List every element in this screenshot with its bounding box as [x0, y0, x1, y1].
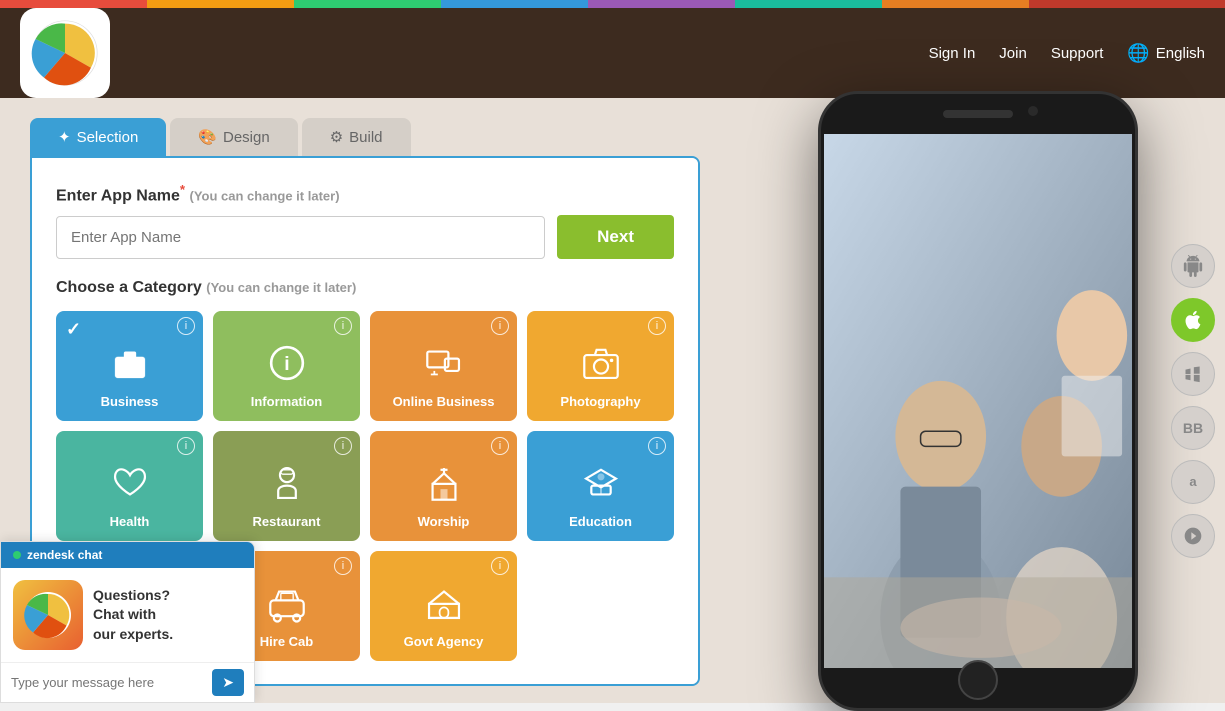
category-heading: Choose a Category (You can change it lat…	[56, 279, 674, 297]
category-photography-label: Photography	[560, 394, 640, 409]
header: Sign In Join Support 🌐 English	[0, 8, 1225, 98]
category-worship-label: Worship	[418, 514, 470, 529]
briefcase-icon	[108, 341, 152, 390]
language-label: English	[1156, 45, 1205, 62]
category-online-business[interactable]: i Online Business	[370, 311, 517, 421]
pwa-icon[interactable]	[1171, 514, 1215, 558]
phone-camera	[1028, 106, 1038, 116]
chat-body: Questions?Chat withour experts.	[1, 568, 254, 662]
amazon-os-icon[interactable]: a	[1171, 460, 1215, 504]
info-hire-cab[interactable]: i	[334, 557, 352, 575]
info-education[interactable]: i	[648, 437, 666, 455]
heart-icon	[108, 461, 152, 510]
info-restaurant[interactable]: i	[334, 437, 352, 455]
info-business[interactable]: i	[177, 317, 195, 335]
info-photography[interactable]: i	[648, 317, 666, 335]
info-worship[interactable]: i	[491, 437, 509, 455]
windows-os-icon[interactable]	[1171, 352, 1215, 396]
camera-icon	[579, 341, 623, 390]
category-worship[interactable]: i Worship	[370, 431, 517, 541]
cab-icon	[265, 581, 309, 630]
business-photo	[824, 134, 1132, 668]
selection-tab-icon: ✦	[58, 128, 71, 146]
info-information[interactable]: i	[334, 317, 352, 335]
info-circle-icon: i	[265, 341, 309, 390]
chat-widget: zendesk chat Questions?Chat withour expe…	[0, 541, 255, 703]
phone-speaker	[943, 110, 1013, 118]
logo[interactable]	[20, 8, 110, 98]
education-icon	[579, 461, 623, 510]
chat-send-button[interactable]: ➤	[212, 669, 244, 696]
chat-logo	[13, 580, 83, 650]
left-panel: ✦ Selection 🎨 Design ⚙ Build Enter App N…	[0, 98, 730, 703]
android-os-icon[interactable]	[1171, 244, 1215, 288]
right-panel: BB a	[730, 98, 1225, 703]
chef-icon	[265, 461, 309, 510]
apple-os-icon[interactable]	[1171, 298, 1215, 342]
category-health[interactable]: i Health	[56, 431, 203, 541]
phone-mockup	[818, 91, 1138, 711]
blackberry-os-icon[interactable]: BB	[1171, 406, 1215, 450]
category-govt-agency[interactable]: i Govt Agency	[370, 551, 517, 661]
chat-header: zendesk chat	[1, 542, 254, 568]
category-education-label: Education	[569, 514, 632, 529]
language-selector[interactable]: 🌐 English	[1127, 43, 1205, 64]
category-govt-agency-label: Govt Agency	[404, 634, 484, 649]
category-photography[interactable]: i Photography	[527, 311, 674, 421]
category-health-label: Health	[110, 514, 150, 529]
tab-design[interactable]: 🎨 Design	[170, 118, 297, 156]
category-business[interactable]: i Business	[56, 311, 203, 421]
design-tab-icon: 🎨	[198, 128, 217, 146]
chat-message: Questions?Chat withour experts.	[93, 586, 173, 645]
tab-selection[interactable]: ✦ Selection	[30, 118, 166, 156]
design-tab-label: Design	[223, 129, 270, 146]
build-tab-icon: ⚙	[330, 128, 343, 146]
os-selector: BB a	[1171, 244, 1215, 558]
appname-hint: (You can change it later)	[190, 188, 340, 203]
info-health[interactable]: i	[177, 437, 195, 455]
next-button[interactable]: Next	[557, 215, 674, 259]
chat-input-row: ➤	[1, 662, 254, 702]
support-link[interactable]: Support	[1051, 45, 1104, 62]
globe-icon: 🌐	[1127, 43, 1149, 64]
category-online-business-label: Online Business	[393, 394, 495, 409]
chat-input[interactable]	[11, 675, 212, 690]
chat-logo-icon	[23, 590, 73, 640]
category-education[interactable]: i Education	[527, 431, 674, 541]
category-restaurant-label: Restaurant	[253, 514, 321, 529]
logo-icon	[30, 18, 100, 88]
build-tab-label: Build	[349, 129, 382, 146]
category-restaurant[interactable]: i Restaurant	[213, 431, 360, 541]
selection-tab-label: Selection	[77, 129, 139, 146]
appname-label: Enter App Name* (You can change it later…	[56, 182, 674, 205]
category-information-label: Information	[251, 394, 323, 409]
tabs: ✦ Selection 🎨 Design ⚙ Build	[30, 118, 700, 156]
chat-online-dot	[13, 551, 21, 559]
svg-text:i: i	[284, 353, 289, 375]
top-color-bar	[0, 0, 1225, 8]
category-business-label: Business	[101, 394, 159, 409]
church-icon	[422, 461, 466, 510]
phone-home-button[interactable]	[958, 660, 998, 700]
signin-link[interactable]: Sign In	[929, 45, 976, 62]
name-input-row: Next	[56, 215, 674, 259]
chat-header-label: zendesk chat	[27, 548, 102, 562]
join-link[interactable]: Join	[999, 45, 1027, 62]
phone-screen	[824, 134, 1132, 668]
category-hire-cab-label: Hire Cab	[260, 634, 313, 649]
info-online-business[interactable]: i	[491, 317, 509, 335]
header-nav: Sign In Join Support 🌐 English	[929, 43, 1205, 64]
main-content: ✦ Selection 🎨 Design ⚙ Build Enter App N…	[0, 98, 1225, 703]
info-govt-agency[interactable]: i	[491, 557, 509, 575]
devices-icon	[422, 341, 466, 390]
govt-icon	[422, 581, 466, 630]
category-information[interactable]: i i Information	[213, 311, 360, 421]
category-hint: (You can change it later)	[206, 280, 356, 295]
tab-build[interactable]: ⚙ Build	[302, 118, 411, 156]
app-name-input[interactable]	[56, 216, 545, 259]
